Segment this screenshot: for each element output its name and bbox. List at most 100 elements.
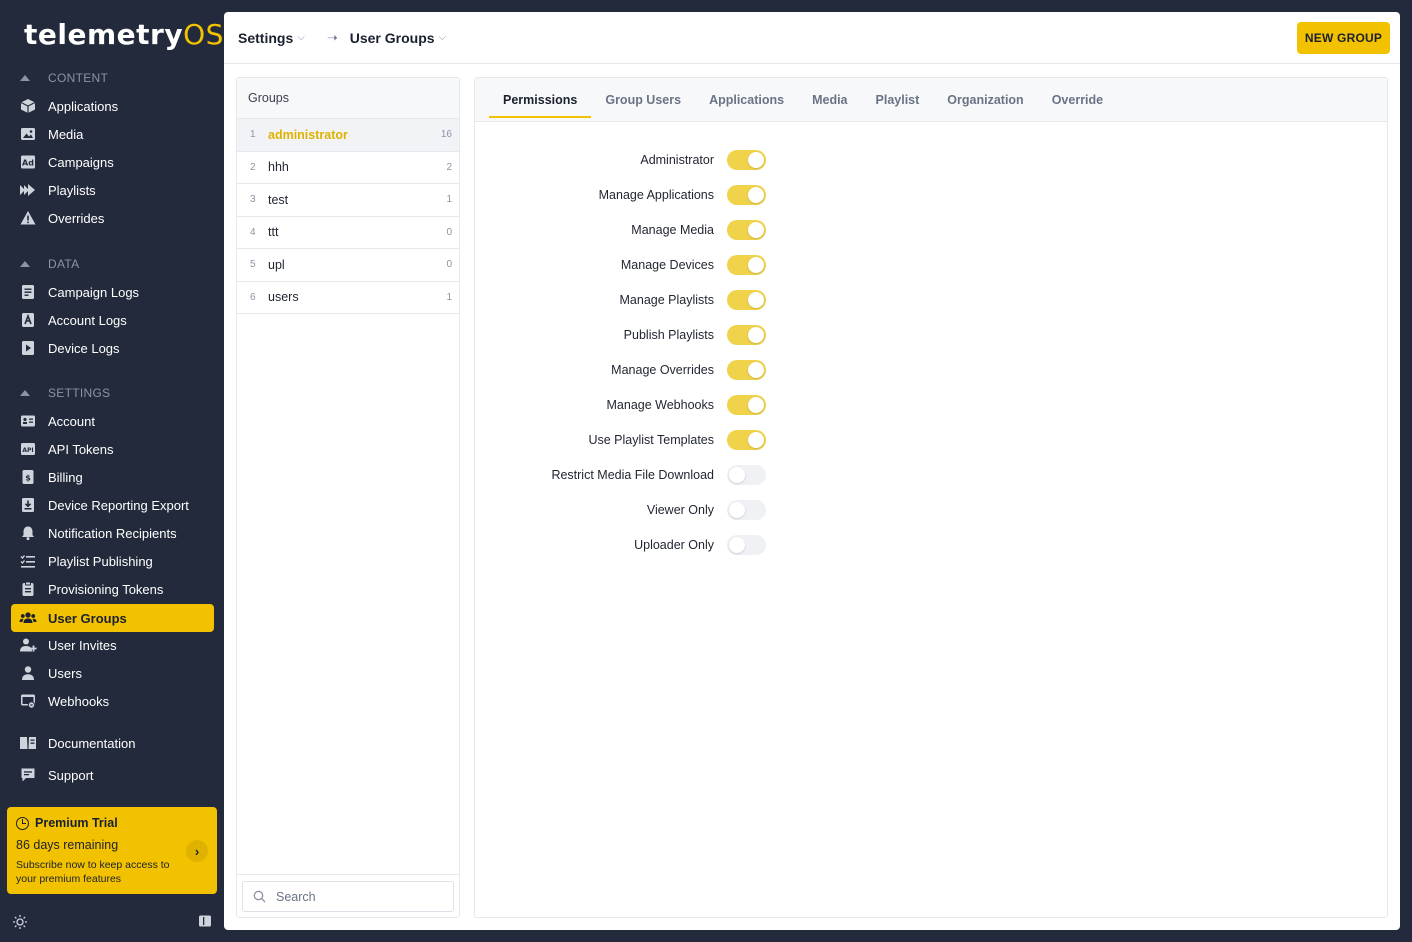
permission-toggle[interactable] [727,360,766,380]
permission-row: Administrator [475,148,805,172]
app-logo[interactable]: telemetryOS [24,18,224,51]
permission-row: Manage Media [475,218,805,242]
permission-row: Manage Applications [475,183,805,207]
sidebar-footer [0,912,224,932]
group-row[interactable]: 3 test 1 [237,184,459,217]
image-icon [19,125,37,143]
sidebar-item-user-invites[interactable]: User Invites [11,631,214,659]
sidebar-item-account[interactable]: Account [11,407,214,435]
tab-permissions[interactable]: Permissions [489,82,592,118]
premium-subtitle: Subscribe now to keep access to your pre… [16,859,170,885]
section-header-data[interactable]: DATA [20,256,79,272]
sun-icon[interactable] [12,914,28,930]
svg-text:Ad: Ad [22,159,34,168]
chevron-down-icon: ⌵ [297,32,305,43]
chevron-right-icon[interactable]: › [186,840,208,862]
sidebar-item-overrides[interactable]: Overrides [11,204,214,232]
permission-toggle[interactable] [727,395,766,415]
permission-toggle[interactable] [727,255,766,275]
group-row[interactable]: 4 ttt 0 [237,217,459,249]
tab-playlist[interactable]: Playlist [862,82,934,118]
permission-toggle[interactable] [727,325,766,345]
sidebar-item-webhooks[interactable]: Webhooks [11,687,214,715]
webhook-icon [19,692,37,710]
main-content: Settings ⌵ ➝ User Groups ⌵ NEW GROUP Group… [224,12,1400,930]
users-group-icon [19,609,37,627]
permission-row: Use Playlist Templates [475,428,805,452]
permission-row: Uploader Only [475,533,805,557]
playlists-icon [19,181,37,199]
sidebar-item-user-groups[interactable]: User Groups [11,604,214,632]
permission-toggle[interactable] [727,150,766,170]
arrow-right-icon: ➝ [326,29,338,45]
permission-row: Manage Playlists [475,288,805,312]
permission-toggle[interactable] [727,220,766,240]
tab-bar: Permissions Group Users Applications Med… [475,78,1387,122]
permission-toggle[interactable] [727,465,766,485]
permission-row: Manage Webhooks [475,393,805,417]
sidebar-item-account-logs[interactable]: Account Logs [11,306,214,334]
group-row[interactable]: 5 upl 0 [237,249,459,282]
sidebar-item-billing[interactable]: $ Billing [11,463,214,491]
section-header-content[interactable]: CONTENT [20,70,108,86]
sidebar-item-playlist-publishing[interactable]: Playlist Publishing [11,547,214,575]
clock-icon [16,816,29,830]
group-search-input[interactable]: Search [242,881,454,912]
account-card-icon [19,412,37,430]
breadcrumb-user-groups[interactable]: User Groups ⌵ [350,30,446,46]
permission-toggle[interactable] [727,290,766,310]
api-icon: API [19,440,37,458]
billing-icon: $ [19,468,37,486]
section-header-settings[interactable]: SETTINGS [20,385,110,401]
book-icon [19,734,37,752]
svg-text:API: API [22,447,33,454]
tab-applications[interactable]: Applications [695,82,798,118]
sidebar-item-api-tokens[interactable]: API API Tokens [11,435,214,463]
bell-icon [19,524,37,542]
top-bar: Settings ⌵ ➝ User Groups ⌵ NEW GROUP [224,12,1400,64]
collapse-triangle-icon [20,390,30,396]
sidebar-item-playlists[interactable]: Playlists [11,176,214,204]
group-row[interactable]: 2 hhh 2 [237,152,459,184]
tab-override[interactable]: Override [1038,82,1117,118]
permission-toggle[interactable] [727,430,766,450]
device-log-icon [19,339,37,357]
sidebar-item-documentation[interactable]: Documentation [11,729,214,757]
tab-group-users[interactable]: Group Users [591,82,695,118]
tab-organization[interactable]: Organization [933,82,1037,118]
new-group-button[interactable]: NEW GROUP [1297,22,1390,54]
premium-days-remaining: 86 days remaining [16,838,119,852]
search-icon [253,890,266,903]
permissions-panel: Permissions Group Users Applications Med… [474,77,1388,918]
sidebar-item-notification-recipients[interactable]: Notification Recipients [11,519,214,547]
permission-toggle[interactable] [727,185,766,205]
group-row[interactable]: 6 users 1 [237,282,459,314]
warning-icon [19,209,37,227]
sidebar-item-applications[interactable]: Applications [11,92,214,120]
permission-toggle[interactable] [727,500,766,520]
tab-media[interactable]: Media [798,82,861,118]
log-icon [19,283,37,301]
breadcrumb-settings[interactable]: Settings ⌵ [238,30,305,46]
sidebar-item-support[interactable]: Support [11,761,214,789]
chat-icon [19,766,37,784]
premium-trial-card[interactable]: Premium Trial 86 days remaining Subscrib… [7,807,217,894]
sidebar-item-device-logs[interactable]: Device Logs [11,334,214,362]
account-log-icon [19,311,37,329]
sidebar-item-provisioning-tokens[interactable]: Provisioning Tokens [11,575,214,603]
download-icon [19,496,37,514]
premium-title: Premium Trial [16,816,208,830]
groups-panel: Groups 1 administrator 16 2 hhh 2 3 test… [236,77,460,918]
permission-row: Restrict Media File Download [475,463,805,487]
collapse-sidebar-icon[interactable] [198,914,212,928]
sidebar-item-media[interactable]: Media [11,120,214,148]
user-add-icon [19,636,37,654]
sidebar-item-users[interactable]: Users [11,659,214,687]
permission-row: Viewer Only [475,498,805,522]
sidebar-item-campaigns[interactable]: Ad Campaigns [11,148,214,176]
group-row[interactable]: 1 administrator 16 [237,119,459,152]
collapse-triangle-icon [20,75,30,81]
permission-toggle[interactable] [727,535,766,555]
sidebar-item-device-reporting-export[interactable]: Device Reporting Export [11,491,214,519]
sidebar-item-campaign-logs[interactable]: Campaign Logs [11,278,214,306]
